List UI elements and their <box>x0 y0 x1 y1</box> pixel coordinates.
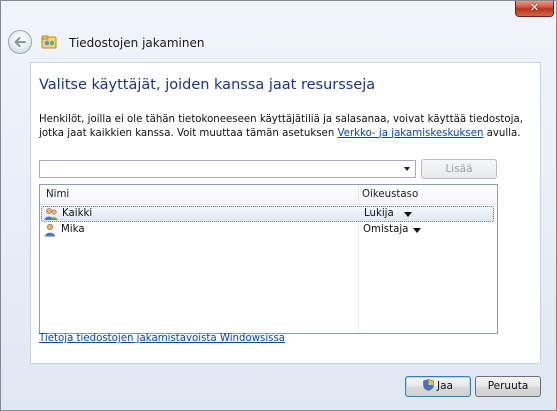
cancel-button[interactable]: Peruuta <box>475 376 541 397</box>
list-item[interactable]: Mika Omistaja <box>41 223 494 239</box>
uac-shield-icon <box>423 379 434 391</box>
add-button[interactable]: Lisää <box>421 159 497 179</box>
file-sharing-icon <box>41 35 57 49</box>
list-item[interactable]: Kaikki Lukija <box>41 206 494 222</box>
permission-dropdown-icon[interactable] <box>413 228 421 233</box>
user-icon <box>45 223 55 237</box>
share-button[interactable]: Jaa <box>405 376 471 397</box>
description-part2: avulla. <box>483 127 521 139</box>
row-permission[interactable]: Lukija <box>364 208 394 219</box>
network-sharing-center-link[interactable]: Verkko- ja jakamiskeskuksen <box>338 128 484 139</box>
window-title: Tiedostojen jakaminen <box>69 36 205 50</box>
sharing-help-link[interactable]: Tietoja tiedostojen jakamistavoista Wind… <box>39 333 285 344</box>
close-button[interactable]: ✕ <box>515 1 554 17</box>
permission-dropdown-icon[interactable] <box>404 212 412 217</box>
row-name: Kaikki <box>62 208 93 219</box>
user-select-combo[interactable] <box>39 160 416 178</box>
file-sharing-window: ✕ Tiedostojen jakaminen Valitse käyttäjä… <box>0 0 557 411</box>
group-icon <box>44 208 58 220</box>
back-arrow-icon <box>14 37 26 47</box>
share-button-label: Jaa <box>437 380 453 392</box>
column-header-permission[interactable]: Oikeustaso <box>362 189 418 200</box>
cancel-button-label: Peruuta <box>487 380 529 392</box>
description-text: Henkilöt, joilla ei ole tähän tietokonee… <box>39 113 535 140</box>
add-button-label: Lisää <box>445 163 473 175</box>
chevron-down-icon[interactable] <box>404 167 410 171</box>
content-panel: Valitse käyttäjät, joiden kanssa jaat re… <box>30 62 541 364</box>
users-list: Nimi Oikeustaso Kaikki Lukija Mika Omist… <box>39 184 498 334</box>
list-header: Nimi Oikeustaso <box>40 185 497 205</box>
column-header-name[interactable]: Nimi <box>46 189 69 200</box>
row-permission[interactable]: Omistaja <box>363 224 408 235</box>
close-icon: ✕ <box>529 1 540 14</box>
row-name: Mika <box>61 224 85 235</box>
page-heading: Valitse käyttäjät, joiden kanssa jaat re… <box>39 77 376 93</box>
back-button[interactable] <box>8 30 32 54</box>
